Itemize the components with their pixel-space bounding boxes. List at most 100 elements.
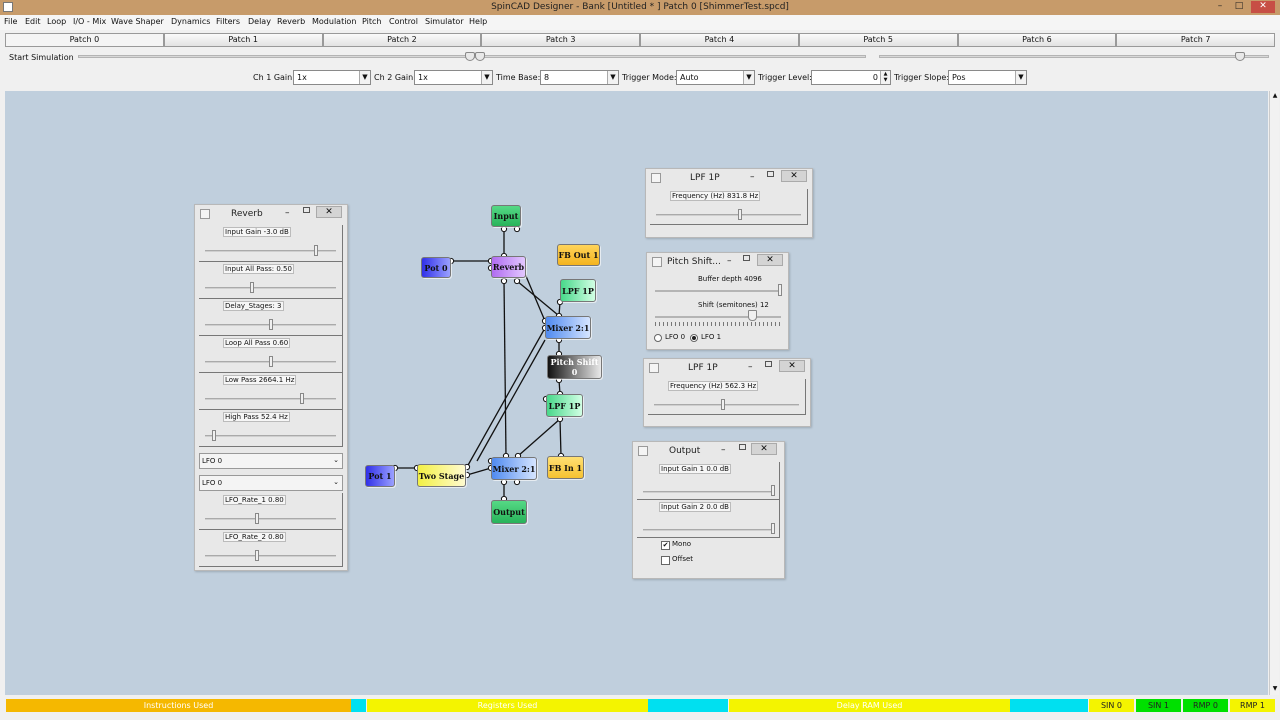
block-input[interactable]: Input bbox=[491, 205, 521, 227]
scroll-up-icon[interactable]: ▲ bbox=[1270, 92, 1280, 101]
block-fb-out-1[interactable]: FB Out 1 bbox=[557, 244, 600, 266]
panel-minimize-icon[interactable]: – bbox=[748, 362, 753, 372]
scroll-down-icon[interactable]: ▼ bbox=[1270, 685, 1280, 694]
mono-checkbox[interactable]: ✔ bbox=[661, 541, 670, 550]
simulation-slider-left-thumb-2[interactable] bbox=[475, 52, 485, 61]
panel-close-icon[interactable]: ✕ bbox=[316, 206, 342, 218]
panel-maximize-icon[interactable] bbox=[767, 171, 774, 177]
spinner-arrows-icon[interactable]: ▲ ▼ bbox=[880, 71, 890, 84]
block-pitch-shift-0[interactable]: Pitch Shift 0 bbox=[547, 355, 602, 379]
lfo-1-radio[interactable] bbox=[690, 334, 698, 342]
buffer-depth-track[interactable] bbox=[655, 290, 781, 292]
trigger-mode-select[interactable]: Auto ▼ bbox=[676, 70, 755, 85]
menu-io-mix[interactable]: I/O - Mix bbox=[73, 17, 106, 26]
simulation-slider-right-thumb[interactable] bbox=[1235, 52, 1245, 61]
panel-minimize-icon[interactable]: – bbox=[750, 172, 755, 182]
canvas-scrollbar[interactable]: ▲ ▼ bbox=[1269, 91, 1279, 695]
param-slider-thumb[interactable] bbox=[255, 513, 259, 524]
block-lpf-1p-a[interactable]: LPF 1P bbox=[560, 279, 596, 302]
panel-maximize-icon[interactable] bbox=[303, 207, 310, 213]
menu-filters[interactable]: Filters bbox=[216, 17, 240, 26]
param-slider-thumb[interactable] bbox=[771, 523, 775, 534]
lpf-1p-panel-1-header[interactable]: LPF 1P – ✕ bbox=[646, 169, 812, 187]
panel-maximize-icon[interactable] bbox=[743, 255, 750, 261]
output-panel-header[interactable]: Output – ✕ bbox=[633, 442, 784, 460]
reverb-panel[interactable]: Reverb – ✕ Input Gain -3.0 dB Input All … bbox=[194, 204, 348, 571]
param-slider-track[interactable] bbox=[205, 398, 336, 400]
param-slider-track[interactable] bbox=[205, 435, 336, 437]
pitch-shift-panel-header[interactable]: Pitch Shift... – ✕ bbox=[647, 253, 788, 271]
maximize-button[interactable]: □ bbox=[1232, 1, 1246, 13]
tab-patch-4[interactable]: Patch 4 bbox=[640, 33, 799, 47]
tab-patch-1[interactable]: Patch 1 bbox=[163, 33, 323, 47]
tab-patch-6[interactable]: Patch 6 bbox=[957, 33, 1117, 47]
param-slider-track[interactable] bbox=[205, 555, 336, 557]
lfo-0-radio[interactable] bbox=[654, 334, 662, 342]
menu-simulator[interactable]: Simulator bbox=[425, 17, 464, 26]
trigger-level-spinner[interactable]: 0 ▲ ▼ bbox=[811, 70, 891, 85]
lpf-1p-panel-2-header[interactable]: LPF 1P – ✕ bbox=[644, 359, 810, 377]
panel-maximize-icon[interactable] bbox=[739, 444, 746, 450]
start-simulation-button[interactable]: Start Simulation bbox=[9, 53, 74, 62]
time-base-select[interactable]: 8 ▼ bbox=[540, 70, 619, 85]
block-lpf-1p-b[interactable]: LPF 1P bbox=[546, 394, 583, 417]
block-reverb[interactable]: Reverb bbox=[491, 256, 526, 278]
param-slider-thumb[interactable] bbox=[771, 485, 775, 496]
menu-dynamics[interactable]: Dynamics bbox=[171, 17, 210, 26]
lpf-1p-panel-1[interactable]: LPF 1P – ✕ Frequency (Hz) 831.8 Hz bbox=[645, 168, 813, 238]
menu-loop[interactable]: Loop bbox=[47, 17, 66, 26]
param-slider-thumb[interactable] bbox=[255, 550, 259, 561]
param-slider-thumb[interactable] bbox=[250, 282, 254, 293]
buffer-depth-thumb[interactable] bbox=[778, 284, 782, 296]
reverb-lfo-select-2[interactable]: LFO 0 ⌄ bbox=[199, 475, 343, 491]
minimize-button[interactable]: – bbox=[1213, 1, 1227, 13]
param-slider-track[interactable] bbox=[205, 518, 336, 520]
param-slider-thumb[interactable] bbox=[738, 209, 742, 220]
shift-semitones-track[interactable] bbox=[655, 316, 781, 318]
block-mixer-a[interactable]: Mixer 2:1 bbox=[545, 316, 591, 339]
block-output[interactable]: Output bbox=[491, 500, 527, 524]
simulation-slider-right-track[interactable] bbox=[879, 55, 1269, 58]
tab-patch-3[interactable]: Patch 3 bbox=[481, 33, 640, 47]
param-slider-thumb[interactable] bbox=[269, 356, 273, 367]
menu-control[interactable]: Control bbox=[389, 17, 418, 26]
panel-minimize-icon[interactable]: – bbox=[285, 208, 290, 218]
block-pot-0[interactable]: Pot 0 bbox=[421, 257, 451, 278]
block-mixer-b[interactable]: Mixer 2:1 bbox=[491, 457, 537, 480]
tab-patch-2[interactable]: Patch 2 bbox=[322, 33, 482, 47]
param-slider-track[interactable] bbox=[643, 529, 773, 531]
pitch-shift-panel[interactable]: Pitch Shift... – ✕ Buffer depth 4096 Shi… bbox=[646, 252, 789, 350]
ch1-gain-select[interactable]: 1x ▼ bbox=[293, 70, 371, 85]
trigger-slope-select[interactable]: Pos ▼ bbox=[948, 70, 1027, 85]
param-slider-track[interactable] bbox=[654, 404, 799, 406]
tab-patch-0[interactable]: Patch 0 bbox=[5, 33, 164, 47]
panel-close-icon[interactable]: ✕ bbox=[757, 254, 783, 266]
panel-close-icon[interactable]: ✕ bbox=[779, 360, 805, 372]
panel-minimize-icon[interactable]: – bbox=[721, 445, 726, 455]
close-button[interactable]: ✕ bbox=[1251, 1, 1275, 13]
shift-semitones-thumb[interactable] bbox=[748, 310, 757, 321]
panel-close-icon[interactable]: ✕ bbox=[781, 170, 807, 182]
panel-close-icon[interactable]: ✕ bbox=[751, 443, 777, 455]
panel-maximize-icon[interactable] bbox=[765, 361, 772, 367]
simulation-slider-left-thumb[interactable] bbox=[465, 52, 475, 61]
menu-wave-shaper[interactable]: Wave Shaper bbox=[111, 17, 164, 26]
offset-checkbox[interactable] bbox=[661, 556, 670, 565]
block-pot-1[interactable]: Pot 1 bbox=[365, 465, 395, 487]
menu-modulation[interactable]: Modulation bbox=[312, 17, 356, 26]
block-fb-in-1[interactable]: FB In 1 bbox=[547, 456, 584, 479]
reverb-lfo-select-1[interactable]: LFO 0 ⌄ bbox=[199, 453, 343, 469]
panel-minimize-icon[interactable]: – bbox=[727, 256, 732, 266]
reverb-panel-header[interactable]: Reverb – ✕ bbox=[195, 205, 347, 223]
menu-pitch[interactable]: Pitch bbox=[362, 17, 381, 26]
ch2-gain-select[interactable]: 1x ▼ bbox=[414, 70, 493, 85]
param-slider-track[interactable] bbox=[656, 214, 801, 216]
param-slider-track[interactable] bbox=[205, 287, 336, 289]
block-two-stage[interactable]: Two Stage bbox=[417, 464, 466, 487]
menu-delay[interactable]: Delay bbox=[248, 17, 271, 26]
menu-help[interactable]: Help bbox=[469, 17, 487, 26]
output-panel[interactable]: Output – ✕ Input Gain 1 0.0 dB Input Gai… bbox=[632, 441, 785, 579]
param-slider-thumb[interactable] bbox=[314, 245, 318, 256]
menu-edit[interactable]: Edit bbox=[25, 17, 41, 26]
param-slider-thumb[interactable] bbox=[269, 319, 273, 330]
